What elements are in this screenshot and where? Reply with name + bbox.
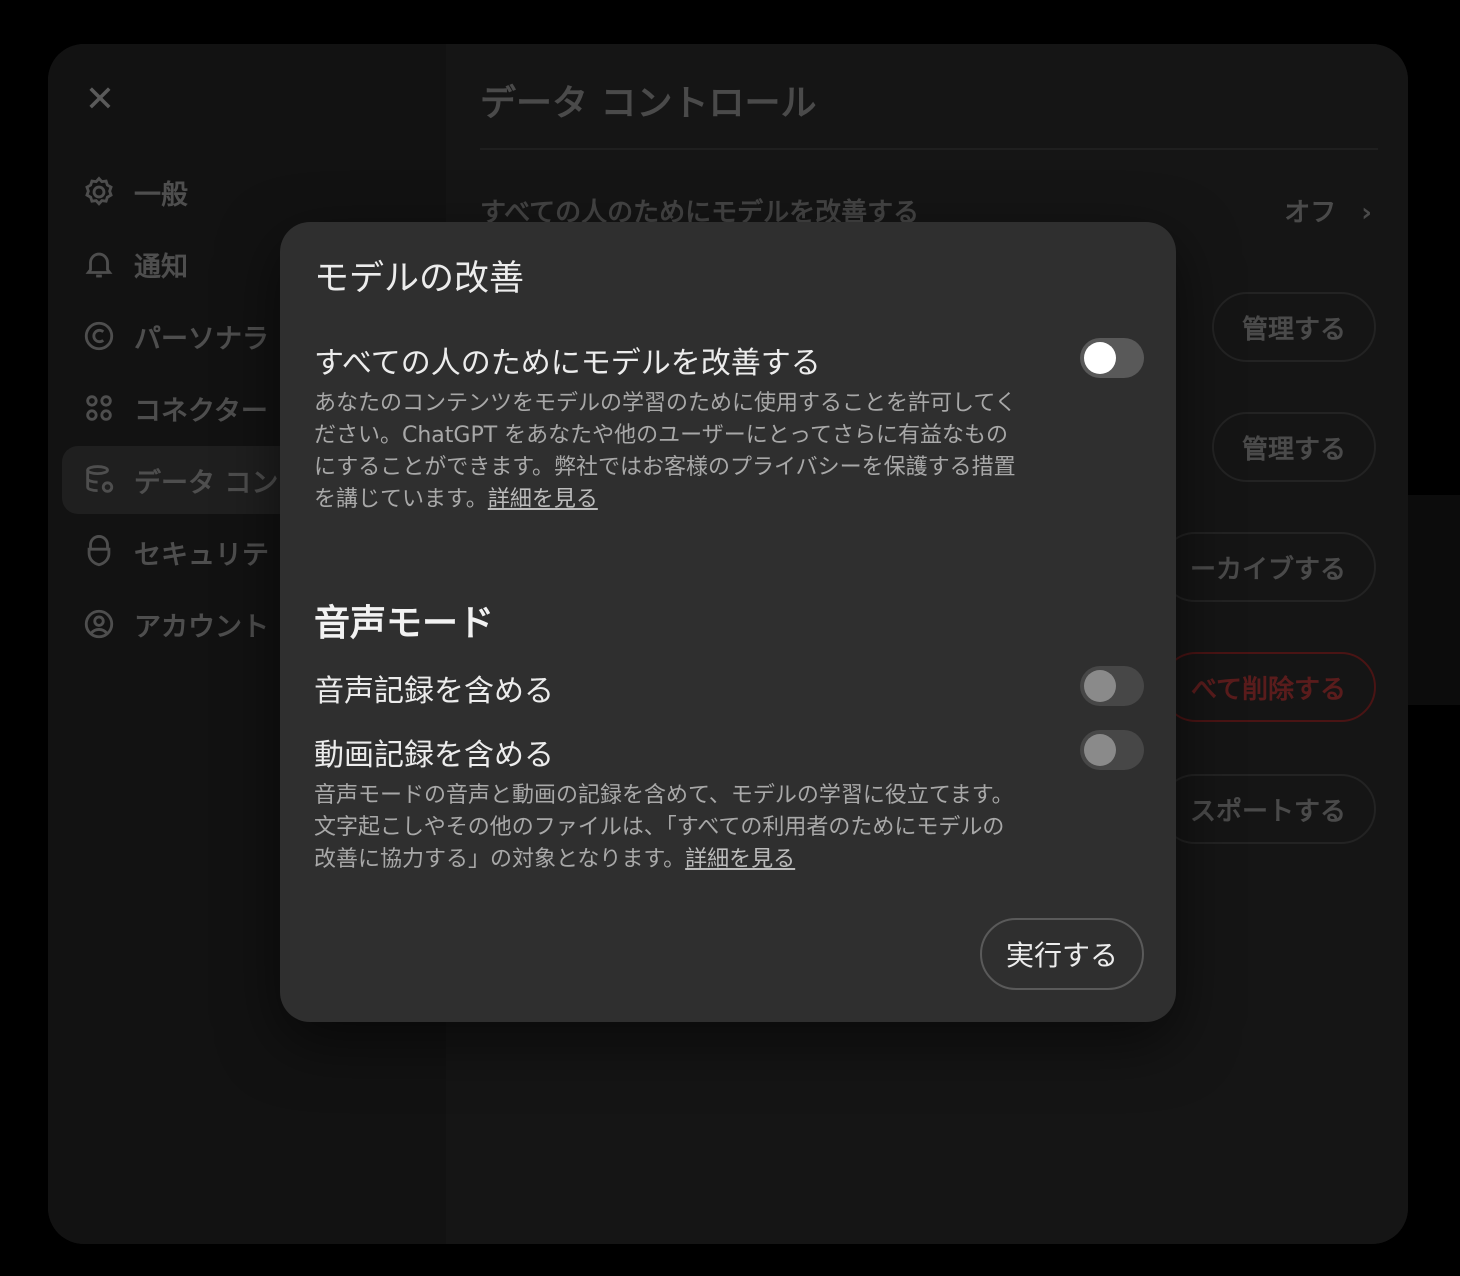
title-divider xyxy=(480,148,1378,150)
toggle-knob xyxy=(1084,670,1116,702)
chevron-right-icon: › xyxy=(1361,198,1372,228)
manage-button-1[interactable]: 管理する xyxy=(1211,292,1376,362)
page-title: データ コントロール xyxy=(480,83,817,124)
voice-mode-description-text: 音声モードの音声と動画の記録を含めて、モデルの学習に役立てます。文字起こしやその… xyxy=(314,783,1014,872)
personalization-icon xyxy=(82,319,116,353)
sidebar-item-label: コネクター xyxy=(134,395,268,427)
voice-mode-description: 音声モードの音声と動画の記録を含めて、モデルの学習に役立てます。文字起こしやその… xyxy=(314,780,1024,876)
archive-button[interactable]: ーカイブする xyxy=(1159,532,1376,602)
sidebar-item-label: セキュリテ xyxy=(134,539,269,571)
include-video-toggle[interactable] xyxy=(1080,730,1144,770)
close-icon[interactable]: ✕ xyxy=(82,82,118,118)
voice-mode-heading: 音声モード xyxy=(314,603,495,644)
sidebar-item-general[interactable]: 一般 xyxy=(62,158,402,226)
bell-icon xyxy=(82,247,116,281)
include-audio-toggle[interactable] xyxy=(1080,666,1144,706)
delete-all-button[interactable]: べて削除する xyxy=(1161,652,1376,722)
sidebar-item-label: データ コン xyxy=(134,467,279,499)
background-panel-edge xyxy=(1408,495,1460,705)
improve-model-description: あなたのコンテンツをモデルの学習のために使用することを許可してください。Chat… xyxy=(314,388,1024,516)
improve-model-description-text: あなたのコンテンツをモデルの学習のために使用することを許可してください。Chat… xyxy=(314,391,1017,512)
improve-model-toggle[interactable] xyxy=(1080,338,1144,378)
model-improvement-dialog: モデルの改善 すべての人のためにモデルを改善する あなたのコンテンツをモデルの学… xyxy=(280,222,1176,1022)
sidebar-item-label: 通知 xyxy=(134,251,188,283)
dialog-title: モデルの改善 xyxy=(314,259,525,299)
sidebar-item-label: アカウント xyxy=(134,611,269,643)
toggle-knob xyxy=(1084,342,1116,374)
voice-learn-more-link[interactable]: 詳細を見る xyxy=(685,847,795,872)
data-controls-icon xyxy=(82,463,116,497)
include-video-label: 動画記録を含める xyxy=(314,738,554,773)
sidebar-item-label: 一般 xyxy=(134,179,188,211)
sidebar-item-label: パーソナラ xyxy=(134,323,269,355)
connectors-icon xyxy=(82,391,116,425)
include-audio-label: 音声記録を含める xyxy=(314,674,554,709)
export-button[interactable]: スポートする xyxy=(1159,774,1376,844)
toggle-knob xyxy=(1084,734,1116,766)
improve-row-value-text: オフ xyxy=(1284,198,1337,228)
run-button[interactable]: 実行する xyxy=(980,918,1144,990)
manage-button-2[interactable]: 管理する xyxy=(1211,412,1376,482)
security-icon xyxy=(82,535,116,569)
improve-row-value[interactable]: オフ › xyxy=(1284,192,1372,229)
improve-learn-more-link[interactable]: 詳細を見る xyxy=(488,487,598,512)
account-icon xyxy=(82,607,116,641)
gear-icon xyxy=(82,175,116,209)
improve-model-label: すべての人のためにモデルを改善する xyxy=(314,346,821,381)
